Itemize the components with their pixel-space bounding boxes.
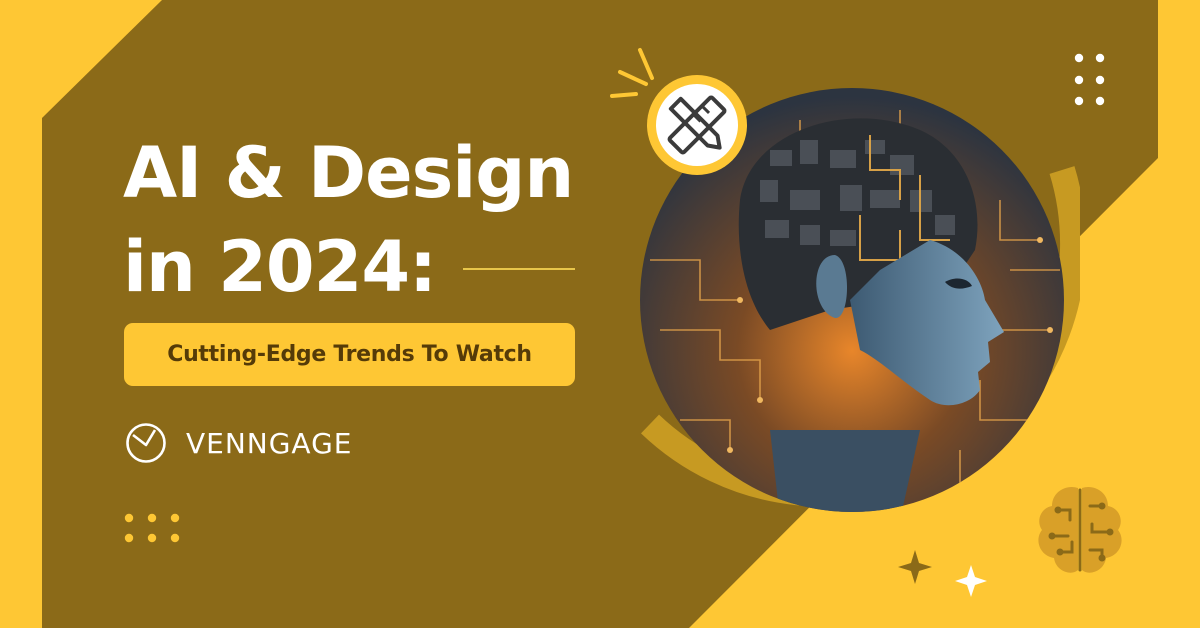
headline-line-1: AI & Design — [123, 132, 574, 214]
subtitle-text: Cutting-Edge Trends To Watch — [167, 342, 532, 367]
sparkle-icon — [898, 550, 987, 597]
venngage-logo-icon — [126, 423, 166, 463]
dot-grid-icon — [124, 513, 180, 543]
title-divider — [463, 268, 575, 270]
brain-circuit-icon — [1038, 486, 1122, 573]
brand-name: VENNGAGE — [186, 426, 353, 460]
ruler-pencil-icon — [610, 48, 747, 175]
subtitle-pill: Cutting-Edge Trends To Watch — [124, 323, 575, 386]
brand-logo: VENNGAGE — [124, 421, 352, 465]
headline-line-2: in 2024: — [123, 226, 437, 308]
